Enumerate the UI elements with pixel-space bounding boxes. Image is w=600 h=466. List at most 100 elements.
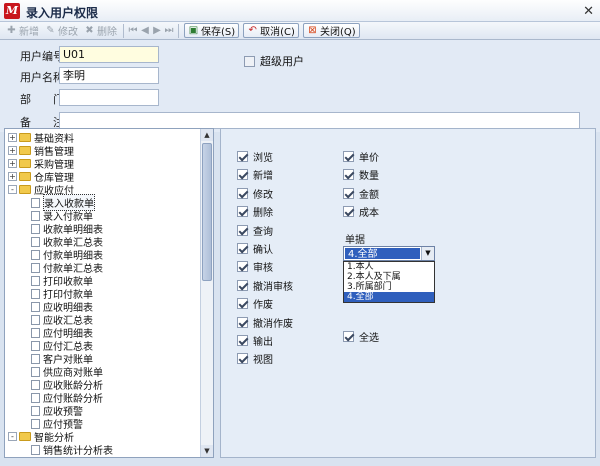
scroll-thumb[interactable] xyxy=(202,143,212,281)
edit-button[interactable]: ✎ 修改 xyxy=(42,23,81,38)
cancel-button[interactable]: ↶ 取消(C) xyxy=(243,23,299,38)
scope-option[interactable]: 4.全部 xyxy=(344,292,434,302)
tree-item-node[interactable]: 录入收款单 xyxy=(5,194,201,211)
tree-scrollbar[interactable]: ▲ ▼ xyxy=(200,129,213,457)
checkbox-box[interactable] xyxy=(343,151,354,162)
document-icon xyxy=(31,301,40,312)
tree-folder-node[interactable]: - 应收应付 xyxy=(5,183,201,197)
tree-item-node[interactable]: 付款单汇总表 xyxy=(5,261,201,275)
toolbar-separator xyxy=(123,23,124,38)
permission-checkbox[interactable]: 查询 xyxy=(237,223,273,238)
permission-checkbox[interactable]: 作废 xyxy=(237,296,273,311)
note-input[interactable] xyxy=(59,112,580,129)
dept-input[interactable] xyxy=(59,89,159,106)
checkbox-box[interactable] xyxy=(343,206,354,218)
tree-item-node[interactable]: 收款单汇总表 xyxy=(5,235,201,249)
save-button[interactable]: ▣ 保存(S) xyxy=(184,23,240,38)
tree-item-node[interactable]: 录入付款单 xyxy=(5,209,201,223)
checkbox-box[interactable] xyxy=(237,335,248,346)
scope-select[interactable]: 4.全部 ▼ xyxy=(343,246,435,261)
tree-item-node[interactable]: 应收汇总表 xyxy=(5,313,201,327)
tree-item-node[interactable]: 应付账龄分析 xyxy=(5,391,201,405)
collapse-icon[interactable]: - xyxy=(8,432,17,441)
checkbox-box[interactable] xyxy=(237,298,248,310)
permission-label: 新增 xyxy=(253,171,273,183)
document-icon xyxy=(31,314,40,325)
tree-list: + 基础资料 + 销售管理 + 采购管理 + 仓库管理 - 应收应付 录入收款单 录入付款单 收款单明细… xyxy=(5,131,201,459)
permission-checkbox[interactable]: 单价 xyxy=(343,149,379,164)
permission-checkbox[interactable]: 撤消作废 xyxy=(237,315,293,330)
document-icon xyxy=(31,418,40,429)
tree-item-node[interactable]: 应收预警 xyxy=(5,404,201,418)
permission-checkbox[interactable]: 撤消审核 xyxy=(237,278,293,293)
tree-item-node[interactable]: 打印付款单 xyxy=(5,287,201,301)
checkbox-box[interactable] xyxy=(237,224,248,236)
user-id-input[interactable]: U01 xyxy=(59,46,159,63)
tree-item-node[interactable]: 付款单明细表 xyxy=(5,248,201,262)
expand-icon[interactable]: + xyxy=(8,172,17,181)
checkbox-box[interactable] xyxy=(237,279,248,291)
permission-checkbox[interactable]: 成本 xyxy=(343,204,379,219)
expand-icon[interactable]: + xyxy=(8,146,17,155)
checkbox-box[interactable] xyxy=(343,187,354,199)
window-close-button[interactable]: ✕ xyxy=(583,4,594,19)
checkbox-box[interactable] xyxy=(237,316,248,328)
permission-checkbox[interactable]: 浏览 xyxy=(237,149,273,164)
close-button[interactable]: ⊠ 关闭(Q) xyxy=(302,23,360,38)
permission-label: 浏览 xyxy=(253,153,273,164)
user-name-label: 用户名称 xyxy=(20,71,64,84)
checkbox-box[interactable] xyxy=(237,261,248,273)
tree-item-node[interactable]: 收款单明细表 xyxy=(5,222,201,236)
tree-item-node[interactable]: 应付明细表 xyxy=(5,326,201,340)
tree-item-node[interactable]: 销售统计分析表 xyxy=(5,443,201,457)
scroll-down-icon[interactable]: ▼ xyxy=(201,445,213,457)
next-record-icon[interactable]: ▶ xyxy=(151,25,163,36)
permission-checkbox[interactable]: 审核 xyxy=(237,259,273,274)
select-all-checkbox[interactable]: 全选 xyxy=(343,329,379,344)
checkbox-box[interactable] xyxy=(237,151,248,162)
chevron-down-icon[interactable]: ▼ xyxy=(421,247,434,260)
tree-item-node[interactable]: 应收明细表 xyxy=(5,300,201,314)
checkbox-box[interactable] xyxy=(237,206,248,218)
document-icon xyxy=(31,288,40,299)
tree-item-node[interactable]: 应付汇总表 xyxy=(5,339,201,353)
select-all-box[interactable] xyxy=(343,331,354,342)
add-button[interactable]: ✚ 新增 xyxy=(3,23,42,38)
scope-option[interactable]: 3.所属部门 xyxy=(344,282,434,292)
permission-checkbox[interactable]: 金额 xyxy=(343,186,379,201)
checkbox-box[interactable] xyxy=(237,243,248,254)
user-name-input[interactable]: 李明 xyxy=(59,67,159,84)
tree-item-node[interactable]: 供应商对账单 xyxy=(5,365,201,379)
collapse-icon[interactable]: - xyxy=(8,185,17,194)
checkbox-box[interactable] xyxy=(237,187,248,199)
last-record-icon[interactable]: ⏭ xyxy=(163,25,175,36)
expand-icon[interactable]: + xyxy=(8,133,17,142)
permission-checkbox[interactable]: 删除 xyxy=(237,204,273,219)
permission-checkbox[interactable]: 数量 xyxy=(343,167,379,182)
permission-label: 输出 xyxy=(253,337,273,348)
checkbox-box[interactable] xyxy=(237,353,248,365)
permission-checkbox[interactable]: 视图 xyxy=(237,351,273,366)
cancel-icon: ↶ xyxy=(248,25,257,36)
expand-icon[interactable]: + xyxy=(8,159,17,168)
tree-item-node[interactable]: 打印收款单 xyxy=(5,274,201,288)
document-icon xyxy=(31,458,40,459)
tree-item-node[interactable]: 客户对账单 xyxy=(5,352,201,366)
permission-checkbox[interactable]: 确认 xyxy=(237,241,273,256)
scroll-up-icon[interactable]: ▲ xyxy=(201,129,213,141)
first-record-icon[interactable]: ⏮ xyxy=(127,25,139,36)
tree-item-node[interactable]: 应收账龄分析 xyxy=(5,378,201,392)
scope-option[interactable]: 1.本人 xyxy=(344,262,434,272)
document-icon xyxy=(31,340,40,351)
permission-checkbox[interactable]: 修改 xyxy=(237,186,273,201)
scope-option[interactable]: 2.本人及下属 xyxy=(344,272,434,282)
checkbox-box[interactable] xyxy=(343,169,354,181)
super-user-box[interactable] xyxy=(244,55,255,67)
permission-checkbox[interactable]: 新增 xyxy=(237,167,273,182)
checkbox-box[interactable] xyxy=(237,169,248,181)
super-user-checkbox[interactable]: 超级用户 xyxy=(244,53,304,69)
edit-icon: ✎ xyxy=(46,25,55,36)
permission-checkbox[interactable]: 输出 xyxy=(237,333,273,348)
delete-button[interactable]: ✖ 删除 xyxy=(81,23,120,38)
prev-record-icon[interactable]: ◀ xyxy=(139,25,151,36)
